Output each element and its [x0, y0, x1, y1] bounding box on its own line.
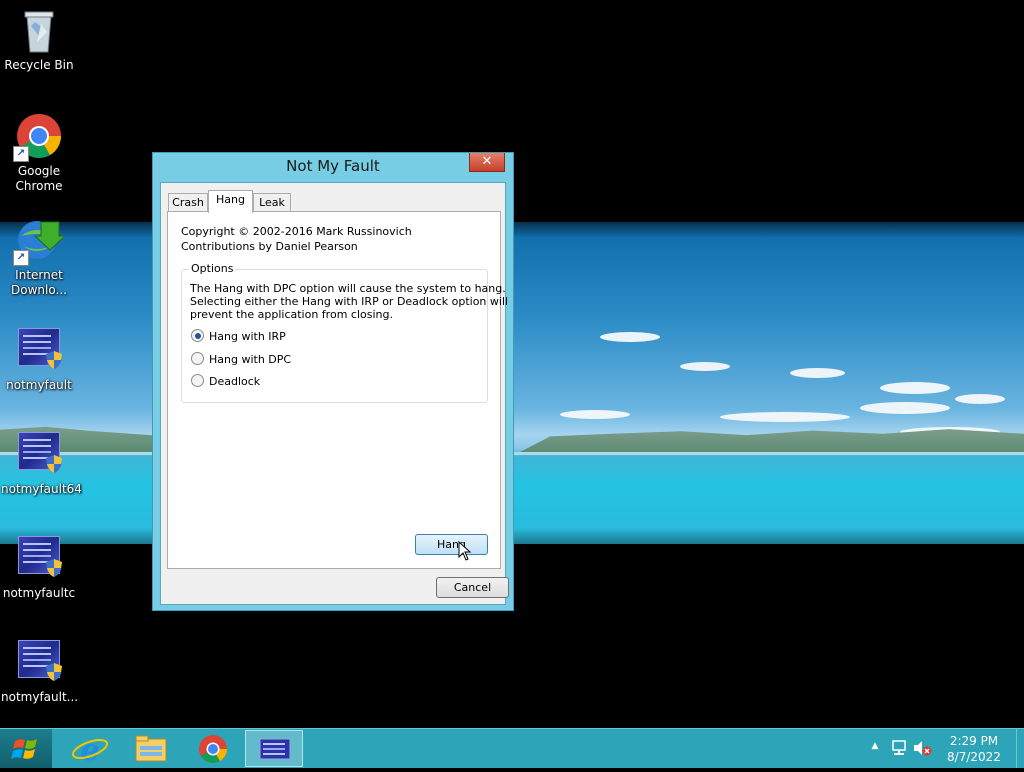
chrome-icon: ↗	[13, 112, 63, 162]
notmyfault-icon	[15, 638, 63, 686]
options-group-title: Options	[189, 262, 236, 275]
desktop-icon-label: notmyfault...	[1, 690, 79, 704]
radio-button-checked[interactable]	[191, 329, 204, 342]
desktop-icon-label: notmyfault64	[1, 482, 82, 496]
desktop-icon-internet-download-manager[interactable]: ↗ Internet Downlo...	[1, 216, 77, 298]
desktop-icon-label: notmyfaultc	[2, 586, 76, 600]
show-hidden-icons-chevron[interactable]: ▲	[868, 741, 882, 751]
desktop-icon-recycle-bin[interactable]: Recycle Bin	[1, 6, 77, 73]
internet-download-manager-icon: ↗	[13, 216, 67, 266]
shortcut-arrow-icon: ↗	[13, 250, 29, 266]
radio-label: Hang with DPC	[209, 353, 292, 366]
svg-text:e: e	[80, 733, 99, 767]
copyright-text: Copyright © 2002-2016 Mark Russinovich	[181, 225, 412, 238]
taskbar-file-explorer[interactable]	[122, 730, 180, 767]
mouse-cursor-icon	[458, 541, 472, 561]
file-explorer-icon	[135, 735, 167, 762]
internet-explorer-icon: e	[71, 733, 109, 768]
options-description-line: prevent the application from closing.	[190, 308, 393, 321]
options-group: Options The Hang with DPC option will ca…	[181, 262, 508, 403]
desktop-icon-label: Internet Downlo...	[11, 268, 67, 297]
notmyfault-icon	[15, 326, 63, 374]
radio-label: Hang with IRP	[209, 330, 286, 343]
radio-deadlock[interactable]: Deadlock	[191, 374, 260, 388]
desktop-icon-google-chrome[interactable]: ↗ Google Chrome	[1, 112, 77, 194]
notmyfault-icon	[15, 430, 63, 478]
desktop-icon-label: notmyfault	[6, 378, 72, 392]
desktop-icon-notmyfault64[interactable]: notmyfault64	[1, 430, 82, 497]
radio-hang-with-dpc[interactable]: Hang with DPC	[191, 352, 291, 366]
desktop-icon-label: Recycle Bin	[4, 58, 74, 72]
shortcut-arrow-icon: ↗	[13, 146, 29, 162]
speaker-muted-icon[interactable]	[912, 739, 932, 757]
taskbar-notmyfault[interactable]	[245, 730, 303, 767]
show-desktop-button[interactable]	[1016, 729, 1024, 768]
radio-button[interactable]	[191, 374, 204, 387]
radio-hang-with-irp[interactable]: Hang with IRP	[191, 329, 286, 343]
dialog-client-area: Crash Hang Leak Copyright © 2002-2016 Ma…	[160, 182, 509, 605]
desktop-icon-notmyfaultc[interactable]: notmyfaultc	[1, 534, 77, 601]
windows-logo-icon	[11, 739, 37, 759]
start-button[interactable]	[0, 729, 52, 768]
clock-time: 2:29 PM	[949, 734, 999, 748]
radio-label: Deadlock	[209, 375, 261, 388]
uac-shield-icon	[46, 559, 62, 577]
clock-date: 8/7/2022	[947, 750, 1001, 764]
taskbar-internet-explorer[interactable]: e	[61, 730, 119, 768]
uac-shield-icon	[46, 455, 62, 473]
taskbar: e ▲ 2:29 PM 8/7/2022	[0, 728, 1024, 768]
chrome-icon	[199, 735, 227, 763]
taskbar-chrome[interactable]	[184, 730, 242, 767]
close-button[interactable]: ✕	[469, 153, 505, 172]
tab-leak[interactable]: Leak	[253, 193, 291, 212]
network-icon[interactable]	[890, 739, 908, 757]
tab-crash[interactable]: Crash	[168, 193, 208, 212]
contributions-text: Contributions by Daniel Pearson	[181, 240, 358, 253]
hang-button[interactable]: Hang	[415, 534, 488, 555]
hang-tab-panel: Copyright © 2002-2016 Mark Russinovich C…	[167, 211, 508, 569]
radio-button[interactable]	[191, 352, 204, 365]
options-description-line: Selecting either the Hang with IRP or De…	[190, 295, 509, 308]
notmyfault-icon	[15, 534, 63, 582]
uac-shield-icon	[46, 663, 62, 681]
desktop-icon-notmyfault-other[interactable]: notmyfault...	[1, 638, 79, 705]
cancel-button[interactable]: Cancel	[436, 577, 509, 598]
notmyfault-icon	[259, 738, 291, 760]
desktop-icon-label: Google Chrome	[15, 164, 63, 193]
uac-shield-icon	[46, 351, 62, 369]
recycle-bin-icon	[15, 6, 63, 54]
dialog-title: Not My Fault	[286, 157, 380, 175]
tab-hang[interactable]: Hang	[208, 190, 253, 213]
taskbar-clock[interactable]: 2:29 PM 8/7/2022	[940, 733, 1008, 765]
desktop-icon-notmyfault[interactable]: notmyfault	[1, 326, 77, 393]
options-description-line: The Hang with DPC option will cause the …	[190, 282, 506, 295]
